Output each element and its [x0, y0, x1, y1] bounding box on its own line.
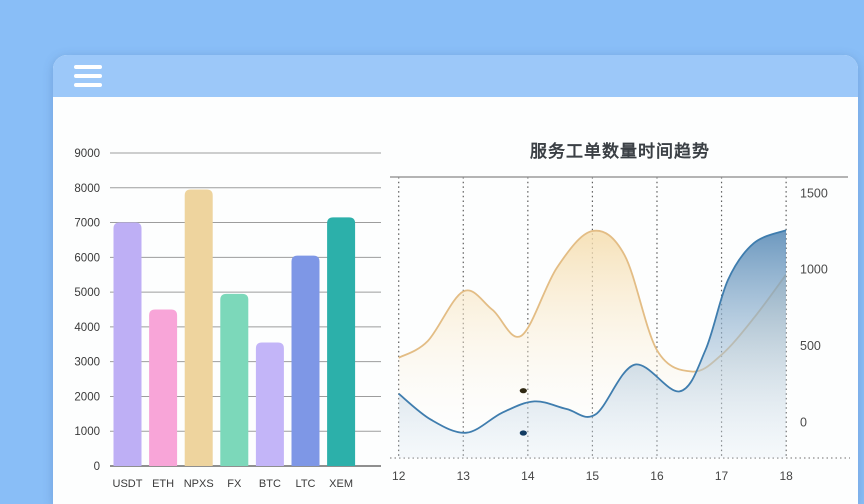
page-background: { "header": { "menu_icon": "hamburger-me… — [0, 0, 864, 504]
y-axis-label: 0 — [94, 461, 100, 473]
y-axis-label: 9000 — [74, 148, 100, 160]
y-axis-label: 4000 — [74, 322, 100, 334]
x-category-label: XEM — [329, 478, 353, 490]
x-axis-label: 12 — [392, 469, 406, 483]
line-area-chart: 12 13 14 15 16 17 18 0 500 1000 1500 — [390, 176, 850, 483]
y-axis-label: 0 — [800, 416, 807, 430]
bar-fx — [220, 293, 249, 466]
bar-xem — [327, 217, 356, 466]
x-category-label: FX — [227, 478, 242, 490]
x-category-label: LTC — [296, 478, 316, 490]
card-header — [53, 55, 858, 97]
y-axis-label: 1000 — [74, 426, 100, 438]
x-axis-label: 18 — [779, 469, 793, 483]
dashboard-card: 服务工单数量时间趋势 0 1000 2000 3000 4000 5000 6000 7000… — [53, 55, 858, 504]
x-category-label: BTC — [259, 478, 281, 490]
hamburger-bar — [74, 83, 102, 87]
line-chart-title: 服务工单数量时间趋势 — [530, 142, 710, 161]
x-category-label: NPXS — [184, 478, 214, 490]
x-axis-label: 16 — [650, 469, 664, 483]
x-axis-label: 17 — [715, 469, 729, 483]
data-point-marker — [519, 388, 527, 394]
hamburger-menu-icon[interactable] — [74, 65, 102, 87]
bar-btc — [255, 342, 284, 466]
y-axis-label: 8000 — [74, 183, 100, 195]
x-category-label: USDT — [113, 478, 143, 490]
y-axis-label: 1500 — [800, 186, 828, 200]
bar-npxs — [184, 189, 213, 466]
y-axis-label: 3000 — [74, 357, 100, 369]
bar-eth — [149, 309, 178, 466]
y-axis-label: 500 — [800, 339, 821, 353]
data-point-marker — [519, 430, 527, 436]
hamburger-bar — [74, 65, 102, 69]
y-axis-label: 5000 — [74, 287, 100, 299]
y-axis-label: 6000 — [74, 252, 100, 264]
x-axis-label: 13 — [457, 469, 471, 483]
bar-ltc — [291, 255, 320, 466]
y-axis-label: 7000 — [74, 218, 100, 230]
hamburger-bar — [74, 74, 102, 78]
bar-usdt — [113, 222, 142, 466]
x-category-label: ETH — [152, 478, 174, 490]
y-axis-label: 1000 — [800, 263, 828, 277]
x-axis-label: 15 — [586, 469, 600, 483]
bar-chart: 0 1000 2000 3000 4000 5000 6000 7000 8000 9000 USD… — [74, 148, 381, 490]
y-axis-label: 2000 — [74, 391, 100, 403]
x-axis-label: 14 — [521, 469, 535, 483]
card-body: 服务工单数量时间趋势 0 1000 2000 3000 4000 5000 6000 7000… — [53, 97, 858, 504]
